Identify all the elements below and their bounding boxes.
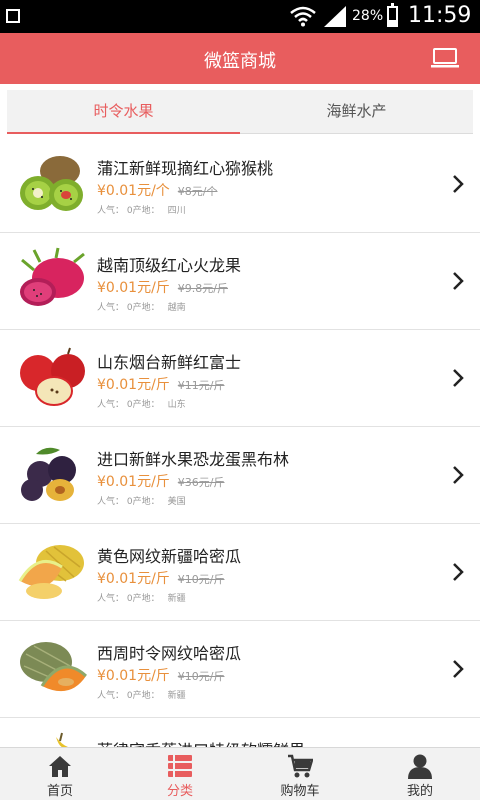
product-name: 菲律宾香蕉进口特级软糯鲜果 [97, 737, 305, 747]
product-price: ¥0.01元/斤 [97, 377, 170, 393]
price-row: ¥0.01元/斤 ¥9.8元/斤 [97, 277, 228, 297]
nav-label: 首页 [46, 784, 73, 799]
plum-image [21, 447, 76, 501]
chevron-right-icon [453, 175, 464, 193]
product-old-price: ¥9.8元/斤 [177, 282, 228, 295]
chevron-right-icon [453, 660, 464, 678]
home-icon [49, 756, 71, 777]
product-meta: 人气： 0产地： 四川 [97, 203, 186, 216]
product-origin: 越南 [167, 303, 186, 313]
product-origin: 新疆 [167, 691, 186, 701]
price-row: ¥0.01元/个 ¥8元/个 [97, 180, 218, 200]
clock: 11:59 [408, 3, 472, 28]
category-tabs: 时令水果 海鲜水产 [0, 84, 480, 136]
nav-category[interactable]: 分类 [120, 748, 240, 800]
product-item-kiwi[interactable]: 蒲江新鲜现摘红心猕猴桃 ¥0.01元/个 ¥8元/个 人气： 0产地： 四川 [0, 136, 480, 233]
origin-label: 产地： [132, 497, 160, 507]
dragonfruit-image [20, 247, 85, 306]
kiwi-image [20, 156, 83, 211]
battery-icon [387, 3, 398, 27]
nav-profile[interactable]: 我的 [360, 748, 480, 800]
product-meta: 人气： 0产地： 新疆 [97, 688, 186, 701]
origin-label: 产地： [132, 303, 160, 313]
product-item-apple[interactable]: 山东烟台新鲜红富士 ¥0.01元/斤 ¥11元/斤 人气： 0产地： 山东 [0, 330, 480, 427]
product-list: 蒲江新鲜现摘红心猕猴桃 ¥0.01元/个 ¥8元/个 人气： 0产地： 四川 越南顶… [0, 136, 480, 747]
price-row: ¥0.01元/斤 ¥11元/斤 [97, 374, 225, 394]
product-item-plum[interactable]: 进口新鲜水果恐龙蛋黑布林 ¥0.01元/斤 ¥36元/斤 人气： 0产地： 美国 [0, 427, 480, 524]
product-origin: 美国 [167, 497, 186, 507]
product-origin: 新疆 [167, 594, 186, 604]
product-popularity: 人气： 0 [97, 594, 133, 604]
origin-label: 产地： [132, 206, 160, 216]
wifi-icon [290, 6, 316, 27]
product-popularity: 人气： 0 [97, 400, 133, 410]
product-old-price: ¥10元/斤 [177, 670, 225, 683]
product-item-yellow-melon[interactable]: 黄色网纹新疆哈密瓜 ¥0.01元/斤 ¥10元/斤 人气： 0产地： 新疆 [0, 524, 480, 621]
battery-percent: 28% [352, 8, 384, 24]
product-item-dragonfruit[interactable]: 越南顶级红心火龙果 ¥0.01元/斤 ¥9.8元/斤 人气： 0产地： 越南 [0, 233, 480, 330]
product-item-green-melon[interactable]: 西周时令网纹哈密瓜 ¥0.01元/斤 ¥10元/斤 人气： 0产地： 新疆 [0, 621, 480, 718]
page-title: 微篮商城 [204, 51, 276, 72]
laptop-icon[interactable] [430, 47, 460, 69]
cart-icon [288, 754, 313, 778]
product-origin: 山东 [167, 400, 186, 410]
product-old-price: ¥8元/个 [177, 185, 218, 198]
melon-image [18, 545, 84, 599]
origin-label: 产地： [132, 400, 160, 410]
chevron-right-icon [453, 272, 464, 290]
nav-label: 分类 [166, 784, 193, 799]
chevron-right-icon [453, 563, 464, 581]
signal-icon [324, 6, 346, 27]
product-name: 黄色网纹新疆哈密瓜 [97, 547, 242, 566]
product-price: ¥0.01元/个 [97, 183, 170, 199]
nav-cart[interactable]: 购物车 [240, 748, 360, 800]
price-row: ¥0.01元/斤 ¥10元/斤 [97, 665, 225, 685]
product-meta: 人气： 0产地： 美国 [97, 494, 186, 507]
origin-label: 产地： [132, 691, 160, 701]
product-popularity: 人气： 0 [97, 691, 133, 701]
product-popularity: 人气： 0 [97, 206, 133, 216]
product-origin: 四川 [167, 206, 186, 216]
product-price: ¥0.01元/斤 [97, 280, 170, 296]
product-meta: 人气： 0产地： 新疆 [97, 591, 186, 604]
list-icon [168, 755, 192, 777]
user-icon [408, 754, 432, 779]
apple-image [20, 347, 85, 406]
product-old-price: ¥11元/斤 [177, 379, 225, 392]
product-price: ¥0.01元/斤 [97, 668, 170, 684]
product-name: 进口新鲜水果恐龙蛋黑布林 [97, 450, 290, 469]
chevron-right-icon [453, 369, 464, 387]
origin-label: 产地： [132, 594, 160, 604]
status-bar: 28% 11:59 [0, 0, 480, 33]
banana-image [56, 732, 68, 747]
product-name: 山东烟台新鲜红富士 [97, 353, 242, 372]
nav-label: 我的 [406, 784, 433, 799]
nav-home[interactable]: 首页 [0, 748, 120, 800]
bottom-nav: 首页 分类 购物车 我的 [0, 747, 480, 800]
product-old-price: ¥36元/斤 [177, 476, 225, 489]
product-price: ¥0.01元/斤 [97, 571, 170, 587]
tab-seasonal-fruit[interactable]: 时令水果 [7, 90, 240, 134]
product-popularity: 人气： 0 [97, 303, 133, 313]
product-name: 蒲江新鲜现摘红心猕猴桃 [97, 159, 274, 178]
product-meta: 人气： 0产地： 越南 [97, 300, 186, 313]
product-popularity: 人气： 0 [97, 497, 133, 507]
chevron-right-icon [453, 466, 464, 484]
product-meta: 人气： 0产地： 山东 [97, 397, 186, 410]
price-row: ¥0.01元/斤 ¥10元/斤 [97, 568, 225, 588]
nav-label: 购物车 [280, 784, 320, 799]
app-header: 微篮商城 [0, 33, 480, 84]
product-item-banana[interactable]: 菲律宾香蕉进口特级软糯鲜果 [0, 718, 480, 747]
product-price: ¥0.01元/斤 [97, 474, 170, 490]
product-name: 西周时令网纹哈密瓜 [97, 644, 242, 663]
product-name: 越南顶级红心火龙果 [97, 256, 242, 275]
melon-image [20, 642, 88, 692]
notification-icon [6, 9, 20, 23]
tab-seafood[interactable]: 海鲜水产 [240, 90, 473, 134]
price-row: ¥0.01元/斤 ¥36元/斤 [97, 471, 225, 491]
product-old-price: ¥10元/斤 [177, 573, 225, 586]
